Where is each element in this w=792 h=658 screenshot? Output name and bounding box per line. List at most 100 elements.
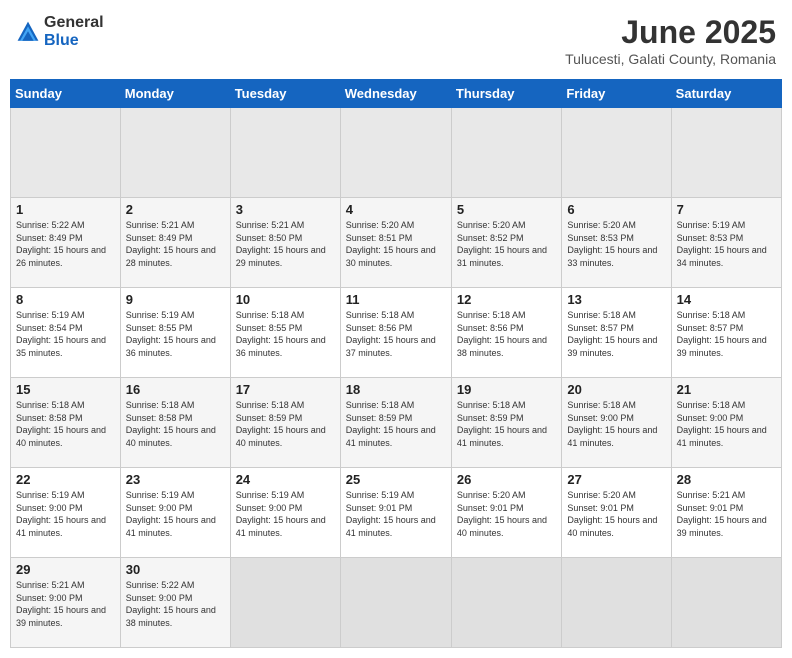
header: General Blue June 2025 Tulucesti, Galati… — [10, 10, 782, 71]
calendar-cell: 20 Sunrise: 5:18 AMSunset: 9:00 PMDayligh… — [562, 378, 671, 468]
day-info: Sunrise: 5:19 AMSunset: 9:00 PMDaylight:… — [236, 489, 335, 539]
day-number: 6 — [567, 202, 665, 217]
day-info: Sunrise: 5:19 AMSunset: 9:00 PMDaylight:… — [16, 489, 115, 539]
day-info: Sunrise: 5:19 AMSunset: 8:53 PMDaylight:… — [677, 219, 776, 269]
calendar-cell: 1 Sunrise: 5:22 AMSunset: 8:49 PMDaylight… — [11, 198, 121, 288]
calendar-cell: 18Sunrise: 5:18 AMSunset: 8:59 PMDayligh… — [340, 378, 451, 468]
page-container: General Blue June 2025 Tulucesti, Galati… — [10, 10, 782, 648]
day-info: Sunrise: 5:19 AMSunset: 9:01 PMDaylight:… — [346, 489, 446, 539]
calendar-cell: 3 Sunrise: 5:21 AMSunset: 8:50 PMDaylight… — [230, 198, 340, 288]
day-number: 5 — [457, 202, 556, 217]
month-title: June 2025 — [565, 14, 776, 51]
calendar-cell — [230, 558, 340, 648]
day-number: 23 — [126, 472, 225, 487]
calendar-cell: 16Sunrise: 5:18 AMSunset: 8:58 PMDayligh… — [120, 378, 230, 468]
calendar-cell: 24 Sunrise: 5:19 AMSunset: 9:00 PMDayligh… — [230, 468, 340, 558]
weekday-header-tuesday: Tuesday — [230, 80, 340, 108]
day-number: 30 — [126, 562, 225, 577]
calendar-cell — [340, 558, 451, 648]
day-info: Sunrise: 5:18 AMSunset: 8:56 PMDaylight:… — [346, 309, 446, 359]
calendar-cell — [11, 108, 121, 198]
day-number: 19 — [457, 382, 556, 397]
day-info: Sunrise: 5:22 AMSunset: 8:49 PMDaylight:… — [16, 219, 115, 269]
day-info: Sunrise: 5:18 AMSunset: 8:58 PMDaylight:… — [126, 399, 225, 449]
calendar-cell — [120, 108, 230, 198]
logo-blue-text: Blue — [44, 32, 104, 50]
day-number: 18 — [346, 382, 446, 397]
day-number: 9 — [126, 292, 225, 307]
day-number: 24 — [236, 472, 335, 487]
calendar-cell: 21Sunrise: 5:18 AMSunset: 9:00 PMDayligh… — [671, 378, 781, 468]
week-row-0 — [11, 108, 782, 198]
weekday-header-monday: Monday — [120, 80, 230, 108]
day-number: 28 — [677, 472, 776, 487]
calendar-cell: 8Sunrise: 5:19 AMSunset: 8:54 PMDaylight… — [11, 288, 121, 378]
day-info: Sunrise: 5:21 AMSunset: 9:01 PMDaylight:… — [677, 489, 776, 539]
day-info: Sunrise: 5:18 AMSunset: 9:00 PMDaylight:… — [677, 399, 776, 449]
day-info: Sunrise: 5:18 AMSunset: 9:00 PMDaylight:… — [567, 399, 665, 449]
day-info: Sunrise: 5:21 AMSunset: 8:49 PMDaylight:… — [126, 219, 225, 269]
weekday-header-wednesday: Wednesday — [340, 80, 451, 108]
day-info: Sunrise: 5:22 AMSunset: 9:00 PMDaylight:… — [126, 579, 225, 629]
day-number: 20 — [567, 382, 665, 397]
calendar-cell: 25 Sunrise: 5:19 AMSunset: 9:01 PMDayligh… — [340, 468, 451, 558]
logo: General Blue — [16, 14, 104, 49]
calendar-cell: 22 Sunrise: 5:19 AMSunset: 9:00 PMDayligh… — [11, 468, 121, 558]
day-info: Sunrise: 5:18 AMSunset: 8:57 PMDaylight:… — [567, 309, 665, 359]
calendar-cell — [562, 108, 671, 198]
calendar-cell — [671, 108, 781, 198]
day-number: 22 — [16, 472, 115, 487]
day-info: Sunrise: 5:18 AMSunset: 8:58 PMDaylight:… — [16, 399, 115, 449]
calendar-cell: 2Sunrise: 5:21 AMSunset: 8:49 PMDaylight… — [120, 198, 230, 288]
day-info: Sunrise: 5:18 AMSunset: 8:59 PMDaylight:… — [457, 399, 556, 449]
calendar-cell — [562, 558, 671, 648]
calendar-cell — [451, 108, 561, 198]
calendar-cell — [230, 108, 340, 198]
day-number: 15 — [16, 382, 115, 397]
weekday-header-friday: Friday — [562, 80, 671, 108]
calendar-cell: 30 Sunrise: 5:22 AMSunset: 9:00 PMDayligh… — [120, 558, 230, 648]
week-row-4: 22 Sunrise: 5:19 AMSunset: 9:00 PMDayligh… — [11, 468, 782, 558]
calendar-cell: 13 Sunrise: 5:18 AMSunset: 8:57 PMDayligh… — [562, 288, 671, 378]
location-title: Tulucesti, Galati County, Romania — [565, 51, 776, 67]
day-info: Sunrise: 5:18 AMSunset: 8:56 PMDaylight:… — [457, 309, 556, 359]
day-number: 12 — [457, 292, 556, 307]
calendar-cell: 15 Sunrise: 5:18 AMSunset: 8:58 PMDayligh… — [11, 378, 121, 468]
calendar-cell: 23Sunrise: 5:19 AMSunset: 9:00 PMDayligh… — [120, 468, 230, 558]
weekday-header-thursday: Thursday — [451, 80, 561, 108]
day-info: Sunrise: 5:20 AMSunset: 8:52 PMDaylight:… — [457, 219, 556, 269]
logo-general-text: General — [44, 14, 104, 32]
day-number: 11 — [346, 292, 446, 307]
day-info: Sunrise: 5:20 AMSunset: 9:01 PMDaylight:… — [457, 489, 556, 539]
calendar-cell: 10Sunrise: 5:18 AMSunset: 8:55 PMDayligh… — [230, 288, 340, 378]
day-info: Sunrise: 5:20 AMSunset: 8:53 PMDaylight:… — [567, 219, 665, 269]
week-row-1: 1 Sunrise: 5:22 AMSunset: 8:49 PMDaylight… — [11, 198, 782, 288]
calendar-cell — [451, 558, 561, 648]
weekday-header-sunday: Sunday — [11, 80, 121, 108]
calendar-cell: 27Sunrise: 5:20 AMSunset: 9:01 PMDayligh… — [562, 468, 671, 558]
calendar-cell: 5 Sunrise: 5:20 AMSunset: 8:52 PMDaylight… — [451, 198, 561, 288]
calendar-cell: 11 Sunrise: 5:18 AMSunset: 8:56 PMDayligh… — [340, 288, 451, 378]
day-number: 1 — [16, 202, 115, 217]
day-number: 3 — [236, 202, 335, 217]
day-number: 26 — [457, 472, 556, 487]
calendar-cell — [671, 558, 781, 648]
week-row-3: 15 Sunrise: 5:18 AMSunset: 8:58 PMDayligh… — [11, 378, 782, 468]
weekday-header-saturday: Saturday — [671, 80, 781, 108]
calendar-cell: 26 Sunrise: 5:20 AMSunset: 9:01 PMDayligh… — [451, 468, 561, 558]
calendar-cell: 29Sunrise: 5:21 AMSunset: 9:00 PMDayligh… — [11, 558, 121, 648]
calendar-cell: 28 Sunrise: 5:21 AMSunset: 9:01 PMDayligh… — [671, 468, 781, 558]
calendar-cell: 12 Sunrise: 5:18 AMSunset: 8:56 PMDayligh… — [451, 288, 561, 378]
day-info: Sunrise: 5:21 AMSunset: 8:50 PMDaylight:… — [236, 219, 335, 269]
day-number: 4 — [346, 202, 446, 217]
day-info: Sunrise: 5:18 AMSunset: 8:59 PMDaylight:… — [236, 399, 335, 449]
day-info: Sunrise: 5:18 AMSunset: 8:57 PMDaylight:… — [677, 309, 776, 359]
day-number: 13 — [567, 292, 665, 307]
calendar-cell: 14Sunrise: 5:18 AMSunset: 8:57 PMDayligh… — [671, 288, 781, 378]
calendar-cell: 9 Sunrise: 5:19 AMSunset: 8:55 PMDaylight… — [120, 288, 230, 378]
calendar-cell: 6 Sunrise: 5:20 AMSunset: 8:53 PMDaylight… — [562, 198, 671, 288]
day-number: 7 — [677, 202, 776, 217]
day-number: 25 — [346, 472, 446, 487]
calendar-cell — [340, 108, 451, 198]
day-info: Sunrise: 5:19 AMSunset: 8:55 PMDaylight:… — [126, 309, 225, 359]
